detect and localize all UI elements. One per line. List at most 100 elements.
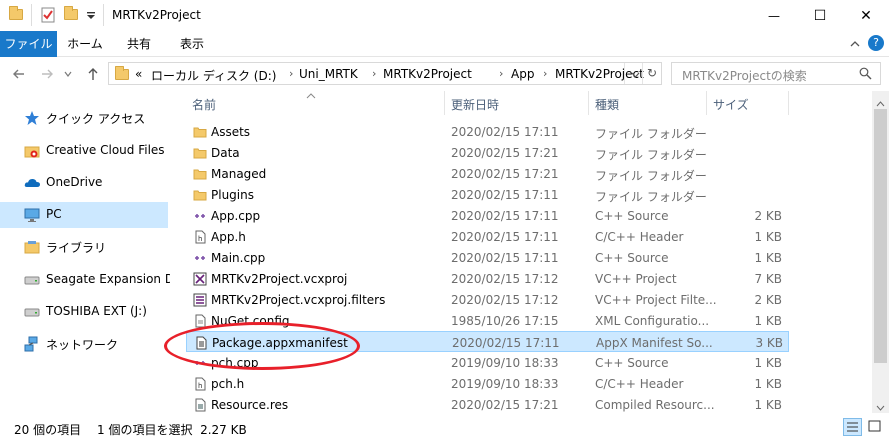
- maximize-button[interactable]: ☐: [797, 0, 843, 31]
- breadcrumb-uni-mrtk[interactable]: Uni_MRTK: [299, 67, 358, 81]
- breadcrumb-local-disk[interactable]: ローカル ディスク (D:): [151, 67, 276, 84]
- address-dropdown-icon[interactable]: [631, 68, 640, 82]
- chevron-right-icon[interactable]: ›: [543, 67, 547, 80]
- file-name: Main.cpp: [211, 251, 266, 265]
- list-item[interactable]: h pch.h 2019/09/10 18:33 C/C++ Header 1 …: [186, 373, 789, 394]
- close-button[interactable]: ✕: [843, 0, 889, 31]
- details-view-button[interactable]: [843, 418, 862, 436]
- nav-label: ライブラリ: [46, 241, 107, 255]
- list-item[interactable]: MRTKv2Project.vcxproj 2020/02/15 17:12 V…: [186, 268, 789, 289]
- file-name: MRTKv2Project.vcxproj: [211, 272, 348, 286]
- new-folder-icon[interactable]: [64, 6, 78, 20]
- list-item[interactable]: Plugins 2020/02/15 17:11 ファイル フォルダー: [186, 184, 789, 205]
- minimize-button[interactable]: —: [751, 0, 797, 31]
- sort-ascending-icon: [306, 88, 316, 102]
- tab-file[interactable]: ファイル: [0, 31, 57, 57]
- list-item[interactable]: Resource.res 2020/02/15 17:21 Compiled R…: [186, 394, 789, 415]
- column-header-size[interactable]: サイズ: [713, 96, 749, 113]
- file-size: 7 KB: [754, 272, 782, 286]
- scroll-down-icon[interactable]: [876, 400, 885, 414]
- nav-label: OneDrive: [46, 175, 103, 189]
- scroll-thumb[interactable]: [874, 109, 887, 363]
- chevron-right-icon[interactable]: ›: [499, 67, 503, 80]
- list-item-selected[interactable]: Package.appxmanifest 2020/02/15 17:11 Ap…: [186, 331, 789, 352]
- nav-item-creative-cloud[interactable]: Creative Cloud Files: [0, 138, 168, 164]
- nav-label: TOSHIBA EXT (J:): [46, 304, 147, 318]
- properties-icon[interactable]: [40, 7, 56, 26]
- customize-qat-icon[interactable]: [86, 10, 96, 24]
- chevron-right-icon[interactable]: ›: [289, 67, 293, 80]
- nav-label: Seagate Expansion Drive: [46, 272, 170, 286]
- list-item[interactable]: Main.cpp 2020/02/15 17:11 C++ Source 1 K…: [186, 247, 789, 268]
- tab-share[interactable]: 共有: [113, 31, 165, 57]
- list-item[interactable]: NuGet.config 1985/10/26 17:15 XML Config…: [186, 310, 789, 331]
- list-item[interactable]: App.cpp 2020/02/15 17:11 C++ Source 2 KB: [186, 205, 789, 226]
- file-date: 2020/02/15 17:21: [451, 167, 559, 181]
- file-name: App.cpp: [211, 209, 261, 223]
- list-item[interactable]: Data 2020/02/15 17:21 ファイル フォルダー: [186, 142, 789, 163]
- nav-item-library[interactable]: ライブラリ: [0, 234, 168, 260]
- file-date: 2020/02/15 17:12: [451, 293, 559, 307]
- search-input[interactable]: MRTKv2Projectの検索: [682, 67, 807, 84]
- forward-button[interactable]: [38, 65, 56, 83]
- column-header-name[interactable]: 名前: [192, 96, 216, 113]
- large-icons-view-button[interactable]: [866, 418, 885, 436]
- list-item[interactable]: Assets 2020/02/15 17:11 ファイル フォルダー: [186, 121, 789, 142]
- back-button[interactable]: [10, 65, 28, 83]
- nav-label: ネットワーク: [46, 338, 119, 352]
- column-divider[interactable]: [706, 91, 707, 115]
- list-item[interactable]: pch.cpp 2019/09/10 18:33 C++ Source 1 KB: [186, 352, 789, 373]
- file-name: Managed: [211, 167, 267, 181]
- file-type: ファイル フォルダー: [595, 148, 707, 162]
- recent-locations-button[interactable]: [62, 65, 74, 83]
- column-header-date[interactable]: 更新日時: [451, 96, 499, 113]
- help-icon[interactable]: ?: [868, 35, 884, 51]
- list-item[interactable]: MRTKv2Project.vcxproj.filters 2020/02/15…: [186, 289, 789, 310]
- file-size: 1 KB: [754, 356, 782, 370]
- selection-info: 1 個の項目を選択 2.27 KB: [97, 423, 247, 437]
- search-box[interactable]: MRTKv2Projectの検索: [671, 62, 881, 85]
- folder-icon[interactable]: [9, 6, 23, 20]
- expand-ribbon-icon[interactable]: [849, 38, 861, 53]
- nav-item-network[interactable]: ネットワーク: [0, 331, 168, 357]
- folder-icon: [115, 66, 129, 80]
- list-item[interactable]: Managed 2020/02/15 17:21 ファイル フォルダー: [186, 163, 789, 184]
- breadcrumb-mrtkv2project[interactable]: MRTKv2Project: [383, 67, 472, 81]
- file-type: C++ Source: [595, 209, 669, 223]
- scroll-up-icon[interactable]: [876, 96, 885, 110]
- nav-item-pc[interactable]: PC: [0, 202, 168, 228]
- search-icon[interactable]: [859, 67, 872, 83]
- file-date: 2020/02/15 17:21: [451, 398, 559, 412]
- tab-view[interactable]: 表示: [165, 31, 219, 57]
- chevron-right-icon[interactable]: ›: [372, 67, 376, 80]
- folder-icon: [193, 146, 207, 160]
- breadcrumb-overflow[interactable]: «: [135, 67, 142, 81]
- breadcrumb-app[interactable]: App: [511, 67, 534, 81]
- address-bar[interactable]: « ローカル ディスク (D:) › Uni_MRTK › MRTKv2Proj…: [108, 62, 662, 85]
- file-type: C++ Source: [595, 356, 669, 370]
- column-divider[interactable]: [588, 91, 589, 115]
- refresh-button[interactable]: ↻: [642, 63, 661, 84]
- library-icon: [24, 239, 40, 255]
- resource-file-icon: [193, 398, 207, 412]
- title-bar: MRTKv2Project — ☐ ✕: [0, 0, 889, 31]
- config-file-icon: [193, 314, 207, 328]
- column-divider[interactable]: [788, 91, 789, 115]
- tab-home[interactable]: ホーム: [57, 31, 113, 57]
- column-header-type[interactable]: 種類: [595, 96, 619, 113]
- file-date: 2019/09/10 18:33: [451, 377, 559, 391]
- up-button[interactable]: [84, 65, 102, 83]
- nav-item-toshiba[interactable]: TOSHIBA EXT (J:): [0, 299, 168, 325]
- file-date: 2020/02/15 17:21: [451, 146, 559, 160]
- vertical-scrollbar[interactable]: [872, 91, 889, 413]
- nav-item-onedrive[interactable]: OneDrive: [0, 170, 168, 196]
- nav-item-quick-access[interactable]: クイック アクセス: [0, 105, 168, 131]
- list-item[interactable]: h App.h 2020/02/15 17:11 C/C++ Header 1 …: [186, 226, 789, 247]
- nav-item-seagate[interactable]: Seagate Expansion Drive: [0, 267, 170, 293]
- file-date: 2020/02/15 17:11: [451, 251, 559, 265]
- column-divider[interactable]: [444, 91, 445, 115]
- folder-icon: [193, 188, 207, 202]
- file-size: 2 KB: [754, 209, 782, 223]
- file-date: 2020/02/15 17:11: [451, 209, 559, 223]
- file-size: 1 KB: [754, 398, 782, 412]
